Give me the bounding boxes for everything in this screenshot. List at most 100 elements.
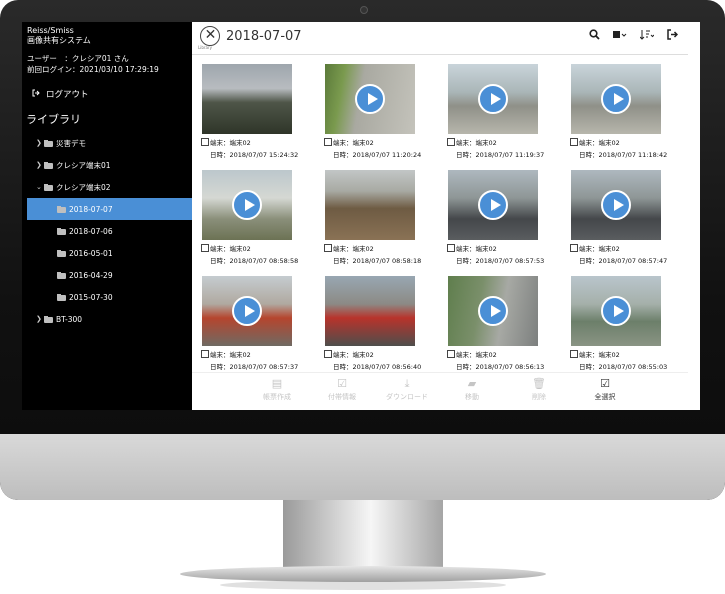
tree-item-terminal01[interactable]: ❯ クレシア端末01: [22, 154, 192, 176]
move-button[interactable]: ▰ 移動: [437, 378, 507, 402]
tree-item-2016-05-01[interactable]: 2016-05-01: [22, 242, 192, 264]
tree-item-label: クレシア端末01: [56, 160, 111, 170]
media-device: 端末：端末02: [579, 139, 620, 147]
tree-item-terminal02[interactable]: ⌄ クレシア端末02: [22, 176, 192, 198]
video-thumbnail[interactable]: [571, 170, 661, 240]
tree-item-bt-300[interactable]: ❯ BT-300: [22, 308, 192, 330]
check-square-icon: ☑: [600, 377, 610, 390]
tree-item-2016-04-29[interactable]: 2016-04-29: [22, 264, 192, 286]
video-thumbnail[interactable]: [448, 64, 538, 134]
media-device: 端末：端末02: [456, 139, 497, 147]
video-thumbnail[interactable]: [448, 170, 538, 240]
media-device-row: 端末：端末02: [447, 349, 497, 359]
sidebar: Reiss/Smiss 画像共有システム ユーザー ：クレシア01 さん 前回ロ…: [22, 22, 220, 410]
media-item[interactable]: 端末：端末02 日時：2018/07/07 11:19:37: [444, 64, 544, 164]
media-item[interactable]: 端末：端末02 日時：2018/07/07 08:57:47: [567, 170, 667, 270]
library-tree: ❯ 災害デモ ❯ クレシア端末01 ⌄ クレシア端末02 2018-07-07: [22, 132, 220, 330]
select-checkbox[interactable]: [447, 138, 455, 146]
tree-item-2015-07-30[interactable]: 2015-07-30: [22, 286, 192, 308]
trash-icon: 🗑: [532, 377, 546, 390]
monitor-frame: Reiss/Smiss 画像共有システム ユーザー ：クレシア01 さん 前回ロ…: [0, 0, 725, 500]
media-item[interactable]: 端末：端末02 日時：2018/07/07 15:24:32: [198, 64, 298, 164]
select-checkbox[interactable]: [447, 244, 455, 252]
video-thumbnail[interactable]: [571, 64, 661, 134]
media-item[interactable]: 端末：端末02 日時：2018/07/07 08:57:37: [198, 276, 298, 376]
search-icon[interactable]: [589, 29, 600, 43]
select-checkbox[interactable]: [324, 138, 332, 146]
tree-item-disaster-demo[interactable]: ❯ 災害デモ: [22, 132, 192, 154]
folder-icon: [57, 249, 66, 257]
download-icon: ⤓: [404, 377, 410, 390]
screen: Reiss/Smiss 画像共有システム ユーザー ：クレシア01 さん 前回ロ…: [22, 22, 700, 410]
media-device-row: 端末：端末02: [570, 137, 620, 147]
media-item[interactable]: 端末：端末02 日時：2018/07/07 11:20:24: [321, 64, 421, 164]
video-thumbnail[interactable]: [202, 170, 292, 240]
select-checkbox[interactable]: [570, 138, 578, 146]
folder-icon: [57, 271, 66, 279]
media-item[interactable]: 端末：端末02 日時：2018/07/07 08:58:18: [321, 170, 421, 270]
media-device-row: 端末：端末02: [324, 243, 374, 253]
delete-button[interactable]: 🗑 削除: [504, 378, 574, 402]
info-button[interactable]: ☑ 付帯情報: [307, 378, 377, 402]
header-actions: [589, 29, 679, 43]
folder-icon: [44, 139, 53, 147]
media-datetime: 日時：2018/07/07 15:24:32: [210, 151, 299, 159]
media-datetime: 日時：2018/07/07 08:57:53: [456, 257, 545, 265]
media-item[interactable]: 端末：端末02 日時：2018/07/07 11:18:42: [567, 64, 667, 164]
exit-icon[interactable]: [667, 29, 679, 43]
user-info: ユーザー ：クレシア01 さん 前回ログイン：2021/03/10 17:29:…: [27, 53, 159, 75]
play-icon[interactable]: [355, 84, 385, 114]
media-device-row: 端末：端末02: [447, 243, 497, 253]
media-item[interactable]: 端末：端末02 日時：2018/07/07 08:55:03: [567, 276, 667, 376]
play-icon[interactable]: [232, 190, 262, 220]
media-item[interactable]: 端末：端末02 日時：2018/07/07 08:57:53: [444, 170, 544, 270]
select-checkbox[interactable]: [570, 244, 578, 252]
media-datetime: 日時：2018/07/07 08:58:58: [210, 257, 299, 265]
media-datetime: 日時：2018/07/07 11:20:24: [333, 151, 422, 159]
select-checkbox[interactable]: [324, 244, 332, 252]
photo-thumbnail[interactable]: [325, 276, 415, 346]
monitor-chin: [0, 434, 725, 500]
folder-icon: [57, 293, 66, 301]
edit-icon: ☑: [337, 377, 347, 390]
logo-mark: ✕: [204, 27, 217, 43]
video-thumbnail[interactable]: [571, 276, 661, 346]
folder-icon: [44, 183, 53, 191]
video-thumbnail[interactable]: [202, 276, 292, 346]
play-icon[interactable]: [601, 296, 631, 326]
download-label: ダウンロード: [386, 393, 428, 401]
photo-thumbnail[interactable]: [325, 170, 415, 240]
select-checkbox[interactable]: [201, 350, 209, 358]
media-item[interactable]: 端末：端末02 日時：2018/07/07 08:58:58: [198, 170, 298, 270]
tree-item-2018-07-06[interactable]: 2018-07-06: [22, 220, 192, 242]
media-device-row: 端末：端末02: [570, 349, 620, 359]
media-device: 端末：端末02: [579, 245, 620, 253]
select-checkbox[interactable]: [324, 350, 332, 358]
play-icon[interactable]: [601, 190, 631, 220]
view-mode-icon[interactable]: [613, 29, 627, 43]
play-icon[interactable]: [478, 296, 508, 326]
report-button[interactable]: ▤ 帳票作成: [242, 378, 312, 402]
select-checkbox[interactable]: [201, 244, 209, 252]
select-checkbox[interactable]: [570, 350, 578, 358]
select-all-button[interactable]: ☑ 全選択: [570, 378, 640, 402]
select-checkbox[interactable]: [201, 138, 209, 146]
download-button[interactable]: ⤓ ダウンロード: [372, 378, 442, 402]
logo-caption: Library: [198, 45, 212, 50]
media-device-row: 端末：端末02: [324, 137, 374, 147]
video-thumbnail[interactable]: [325, 64, 415, 134]
video-thumbnail[interactable]: [448, 276, 538, 346]
play-icon[interactable]: [601, 84, 631, 114]
select-all-label: 全選択: [594, 393, 616, 401]
play-icon[interactable]: [478, 84, 508, 114]
media-item[interactable]: 端末：端末02 日時：2018/07/07 08:56:13: [444, 276, 544, 376]
select-checkbox[interactable]: [447, 350, 455, 358]
media-item[interactable]: 端末：端末02 日時：2018/07/07 08:56:40: [321, 276, 421, 376]
folder-open-icon: [57, 205, 66, 213]
photo-thumbnail[interactable]: [202, 64, 292, 134]
play-icon[interactable]: [478, 190, 508, 220]
sort-icon[interactable]: [639, 29, 655, 43]
logout-link[interactable]: ログアウト: [32, 88, 89, 100]
monitor-stand-neck: [283, 500, 443, 570]
play-icon[interactable]: [232, 296, 262, 326]
